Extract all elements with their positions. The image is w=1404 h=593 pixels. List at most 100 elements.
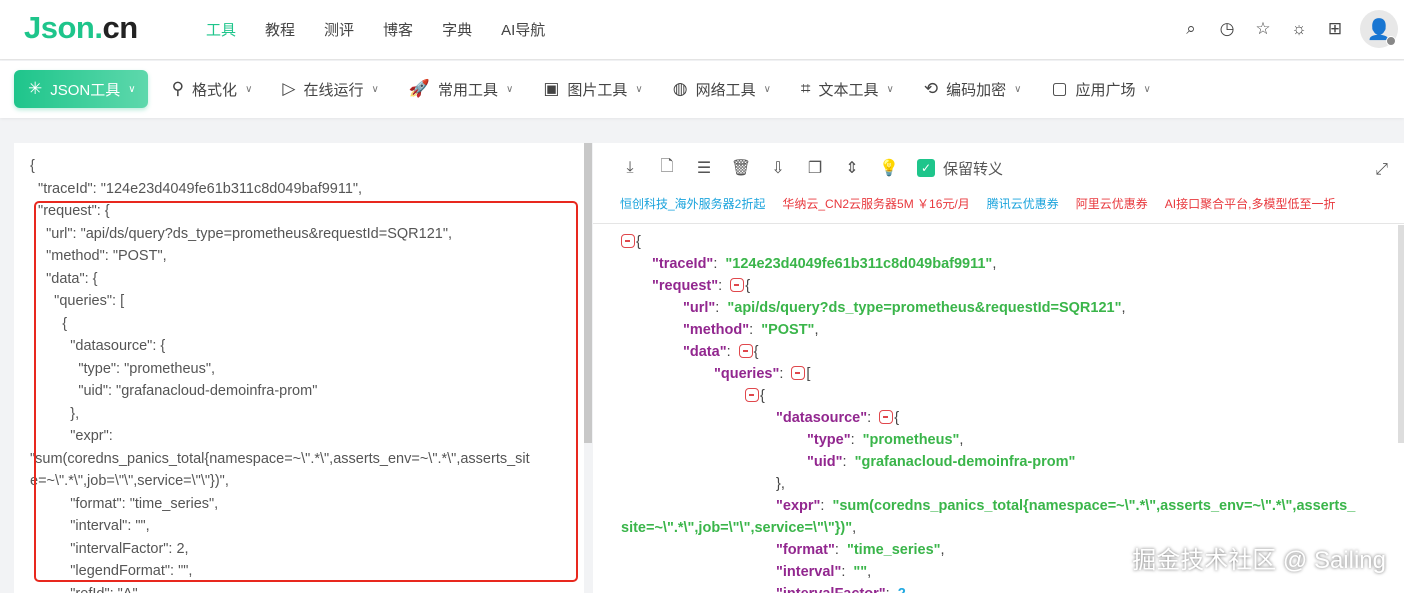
colon: : xyxy=(867,410,880,426)
tool-menu-label: 格式化 xyxy=(192,81,238,99)
copy-icon[interactable]: ❐ xyxy=(806,157,824,179)
nav-item[interactable]: 字典 xyxy=(442,19,472,40)
divider xyxy=(593,223,1404,224)
main-nav: 工具 教程 测评 博客 字典 AI导航 xyxy=(206,19,545,40)
tool-menu-label: 应用广场 xyxy=(1075,81,1136,99)
highlight-box xyxy=(34,201,578,582)
apps-icon[interactable]: ⊞ xyxy=(1324,18,1346,40)
sparkle-icon: ✳ xyxy=(28,79,43,98)
tool-menu-8[interactable]: ▢ 应用广场 ∨ xyxy=(1051,70,1150,108)
tree-key: "expr" xyxy=(776,498,821,514)
bracket: [ xyxy=(806,366,811,382)
tree-key: "interval" xyxy=(776,564,842,580)
file-download-icon[interactable]: ⇩ xyxy=(769,157,787,179)
viewer-toolbar: ⤓ 🗋 ☰ 🗑 ⇩ ❐ ⇕ 💡 ✓ 保留转义 xyxy=(621,157,1003,179)
bracket: { xyxy=(745,278,751,294)
collapse-toggle-icon[interactable] xyxy=(730,278,745,292)
user-icon: 👤 xyxy=(1366,18,1392,41)
tool-menu-5[interactable]: ◍ 网络工具 ∨ xyxy=(673,70,771,108)
tree-key: "data" xyxy=(683,344,727,360)
comma: , xyxy=(940,542,945,558)
comma: , xyxy=(1121,300,1126,316)
tool-menu-1[interactable]: ⚲ 格式化 ∨ xyxy=(172,70,253,108)
tree-value: "" xyxy=(853,564,868,580)
editor-scrollbar[interactable] xyxy=(584,143,592,443)
tree-line: "request": { xyxy=(621,275,1355,297)
comma: , xyxy=(959,432,964,448)
tree-line: "url": "api/ds/query?ds_type=prometheus&… xyxy=(621,297,1355,319)
tool-menu-label: 网络工具 xyxy=(695,81,756,99)
user-avatar[interactable]: 👤 xyxy=(1360,10,1398,48)
top-header: Json.cn 工具 教程 测评 博客 字典 AI导航 ⌕ ◷ ☆ ☼ ⊞ 👤 xyxy=(0,0,1404,60)
download-stack-icon[interactable]: ⤓ xyxy=(621,157,639,179)
collapse-toggle-icon[interactable] xyxy=(738,344,753,358)
nav-item[interactable]: 教程 xyxy=(265,19,295,40)
tree-line: "datasource": { xyxy=(621,407,1355,429)
tool-menu-2[interactable]: ▷ 在线运行 ∨ xyxy=(282,70,378,108)
collapse-toggle-icon[interactable] xyxy=(791,366,806,380)
ad-link[interactable]: 华纳云_CN2云服务器5M ￥16元/月 xyxy=(782,195,969,212)
chevron-down-icon: ∨ xyxy=(371,83,379,95)
nav-item[interactable]: AI导航 xyxy=(501,19,545,40)
compress-icon[interactable]: ⇕ xyxy=(843,157,861,179)
nav-item[interactable]: 工具 xyxy=(206,19,236,40)
star-icon[interactable]: ☆ xyxy=(1252,18,1274,40)
nav-item[interactable]: 测评 xyxy=(324,19,354,40)
tree-value: "api/ds/query?ds_type=prometheus&request… xyxy=(727,300,1122,316)
keep-escape-label: 保留转义 xyxy=(943,160,1004,178)
tool-menu-0[interactable]: ✳ JSON工具 ∨ xyxy=(14,70,148,108)
chevron-down-icon: ∨ xyxy=(128,83,136,95)
bracket: { xyxy=(894,410,900,426)
tool-menu-4[interactable]: ▣ 图片工具 ∨ xyxy=(543,70,642,108)
collapse-toggle-icon[interactable] xyxy=(879,410,894,424)
colon: : xyxy=(834,542,847,558)
tool-menu-label: 图片工具 xyxy=(567,81,628,99)
trash-icon[interactable]: 🗑 xyxy=(731,157,751,179)
fullscreen-icon[interactable]: ⤢ xyxy=(1375,161,1388,179)
tree-line: }, xyxy=(621,473,1355,495)
tree-key: "uid" xyxy=(807,454,843,470)
ad-link[interactable]: 腾讯云优惠券 xyxy=(987,195,1059,212)
tool-menu-label: 在线运行 xyxy=(303,81,364,99)
viewer-scrollbar[interactable] xyxy=(1398,225,1404,443)
nav-item[interactable]: 博客 xyxy=(383,19,413,40)
bulb-icon[interactable]: 💡 xyxy=(879,157,899,179)
ad-link[interactable]: AI接口聚合平台,多模型低至一折 xyxy=(1165,195,1336,212)
tree-value: "grafanacloud-demoinfra-prom" xyxy=(854,454,1076,470)
editor-line: { xyxy=(30,158,35,174)
tool-menu-6[interactable]: ⌗ 文本工具 ∨ xyxy=(801,70,894,108)
collapse-toggle-icon[interactable] xyxy=(621,234,635,248)
watermark: 掘金技术社区 @ Sailing xyxy=(1132,547,1386,574)
bracket: { xyxy=(753,344,759,360)
tree-line: "queries": [ xyxy=(621,363,1355,385)
sun-icon[interactable]: ☼ xyxy=(1288,18,1310,40)
colon: : xyxy=(886,586,898,593)
bracket: { xyxy=(636,234,641,250)
ad-link[interactable]: 阿里云优惠券 xyxy=(1076,195,1148,212)
colon: : xyxy=(842,454,855,470)
tree-line: { xyxy=(621,231,1355,253)
colon: : xyxy=(749,322,762,338)
collapse-toggle-icon[interactable] xyxy=(745,388,759,402)
tree-value: site=~\".*\",job=\"\",service=\"\"})" xyxy=(621,520,853,536)
checkbox-check-icon: ✓ xyxy=(917,159,935,177)
tool-menu-7[interactable]: ⟲ 编码加密 ∨ xyxy=(924,70,1022,108)
chevron-down-icon: ∨ xyxy=(886,83,894,95)
tool-menu-3[interactable]: 🚀 常用工具 ∨ xyxy=(409,70,514,108)
keep-escape-checkbox[interactable]: ✓ 保留转义 xyxy=(917,158,1003,179)
logo[interactable]: Json.cn xyxy=(24,10,138,46)
tree-key: "intervalFactor" xyxy=(776,586,886,593)
json-tree: {"traceId": "124e23d4049fe61b311c8d049ba… xyxy=(621,231,1355,593)
history-icon[interactable]: ◷ xyxy=(1216,18,1238,40)
play-icon: ▷ xyxy=(282,79,296,98)
tree-value: "sum(coredns_panics_total{namespace=~\".… xyxy=(832,498,1356,514)
colon: : xyxy=(850,432,863,448)
colon: : xyxy=(713,256,726,272)
chevron-down-icon: ∨ xyxy=(506,83,514,95)
ad-link[interactable]: 恒创科技_海外服务器2折起 xyxy=(620,195,765,212)
tree-value: "POST" xyxy=(761,322,815,338)
ordered-list-icon[interactable]: ☰ xyxy=(695,157,713,179)
tool-menu-label: 编码加密 xyxy=(946,81,1007,99)
search-icon[interactable]: ⌕ xyxy=(1180,18,1202,40)
file-clear-icon[interactable]: 🗋 xyxy=(658,157,676,179)
